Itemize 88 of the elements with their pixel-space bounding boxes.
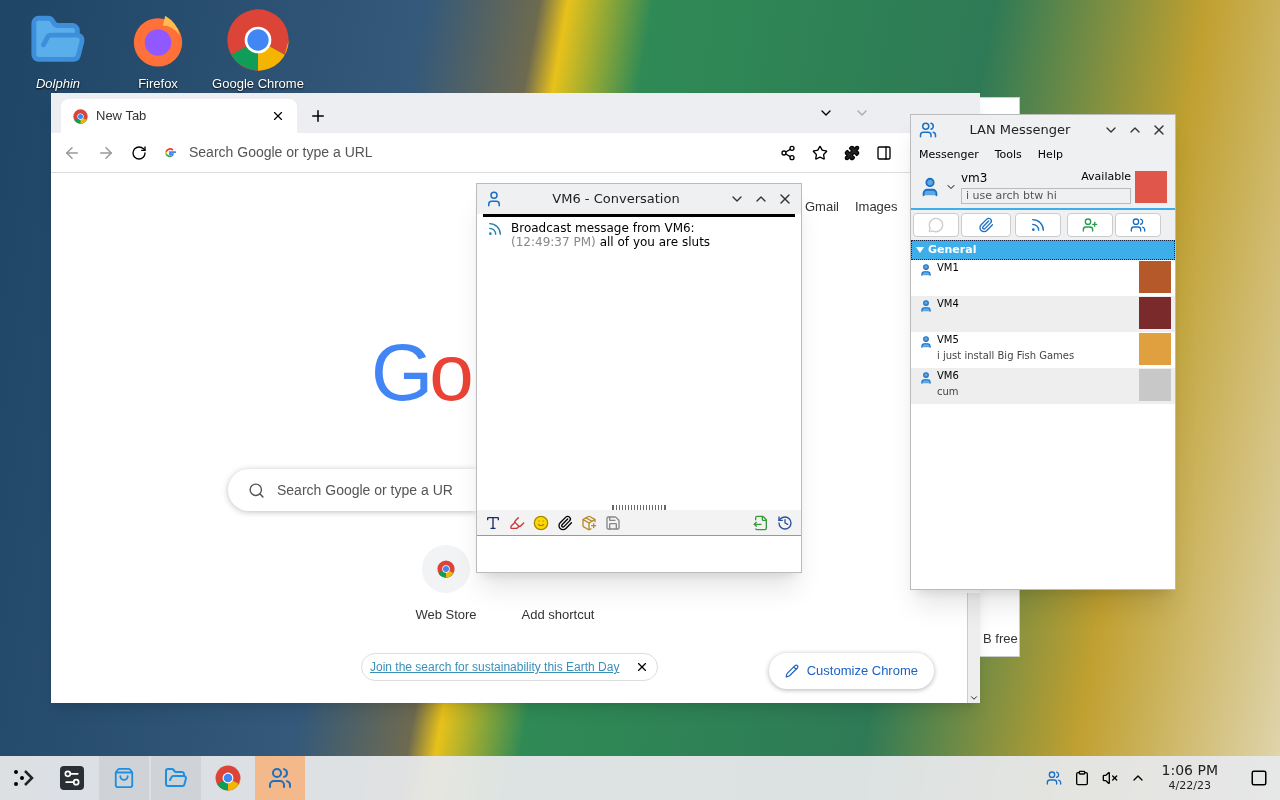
clock[interactable]: 1:06 PM 4/22/23 xyxy=(1157,763,1222,793)
toolbar-button[interactable] xyxy=(1115,213,1161,237)
settings-icon xyxy=(60,766,84,790)
chrome-icon xyxy=(226,8,290,72)
contact-row[interactable]: VM4 xyxy=(911,296,1175,332)
side-panel-icon[interactable] xyxy=(876,144,892,161)
attach-folder-icon[interactable] xyxy=(581,514,597,531)
contact-row[interactable]: VM6 cum xyxy=(911,368,1175,404)
messenger-people-icon xyxy=(268,766,292,790)
search-icon xyxy=(248,481,265,499)
contact-status-icon xyxy=(919,371,933,385)
broadcast-icon xyxy=(1030,217,1046,233)
header-link[interactable]: Gmail xyxy=(805,197,839,217)
paperclip-icon xyxy=(978,217,994,233)
contact-row[interactable]: VM5 i just install Big Fish Games xyxy=(911,332,1175,368)
contact-status-icon xyxy=(919,335,933,349)
user-name: vm3 xyxy=(961,170,988,187)
window-title: LAN Messenger xyxy=(968,121,1072,140)
menu-item[interactable]: Messenger xyxy=(919,146,979,164)
attach-file-icon[interactable] xyxy=(557,514,573,531)
pencil-icon xyxy=(784,664,799,678)
show-desktop-icon[interactable] xyxy=(1250,769,1268,787)
note-field[interactable]: i use arch btw hi xyxy=(961,188,1131,204)
folder-icon xyxy=(164,766,188,790)
desktop-icon-label[interactable]: Dolphin xyxy=(35,74,81,94)
reload-icon[interactable] xyxy=(131,144,147,161)
messenger-tray-icon[interactable] xyxy=(1045,770,1062,786)
google-icon xyxy=(163,145,177,160)
address-bar[interactable]: Search Google or type a URL xyxy=(163,137,764,168)
browser-tab[interactable]: New Tab xyxy=(61,99,297,133)
clipboard-icon[interactable] xyxy=(1073,770,1090,786)
contact-status-icon xyxy=(919,263,933,277)
messenger-people-icon xyxy=(919,121,937,139)
add-contact-icon xyxy=(1082,217,1098,233)
history-icon[interactable] xyxy=(777,514,793,531)
close-icon[interactable] xyxy=(271,109,285,123)
muted-speaker-icon[interactable] xyxy=(1101,770,1118,786)
people-icon xyxy=(1130,217,1146,233)
search-field[interactable]: Search Google or type a UR xyxy=(228,469,476,511)
desktop-icon-label[interactable]: Google Chrome xyxy=(212,74,304,94)
free-space-text: B free xyxy=(983,629,1018,648)
shortcut-label[interactable]: Add shortcut xyxy=(521,605,595,625)
scroll-down-icon[interactable] xyxy=(969,693,979,703)
chat-bubble-icon xyxy=(928,217,944,233)
extensions-icon[interactable] xyxy=(844,144,860,161)
bag-icon xyxy=(113,767,135,789)
shortcut-label[interactable]: Web Store xyxy=(415,605,477,625)
smiley-icon[interactable] xyxy=(533,514,549,531)
send-file-icon[interactable] xyxy=(753,514,769,531)
toolbar-button[interactable] xyxy=(961,213,1011,237)
message-header: Broadcast message from VM6: xyxy=(511,221,696,235)
font-icon[interactable] xyxy=(485,514,501,531)
contact-note: i just install Big Fish Games xyxy=(937,349,1076,363)
contact-status-icon xyxy=(919,299,933,313)
header-link[interactable]: Images xyxy=(854,197,898,217)
promo-link[interactable]: Join the search for sustainability this Earth Day xyxy=(370,658,620,676)
save-icon[interactable] xyxy=(605,514,621,531)
customize-chrome-button[interactable]: Customize Chrome xyxy=(768,653,934,689)
menu-item[interactable]: Tools xyxy=(994,146,1022,164)
toolbar-button[interactable] xyxy=(1067,213,1113,237)
message-time: (12:49:37 PM) xyxy=(511,235,596,249)
web-store-icon xyxy=(437,560,455,578)
contact-name: VM5 xyxy=(937,333,960,347)
splitter-handle[interactable] xyxy=(612,505,666,510)
expand-arrow-icon xyxy=(916,247,924,253)
chrome-icon xyxy=(215,765,241,791)
chrome-icon xyxy=(73,108,88,124)
new-tab-icon[interactable] xyxy=(309,107,327,125)
status-text[interactable]: Available xyxy=(1081,169,1131,187)
contact-name: VM1 xyxy=(937,261,960,275)
broadcast-icon xyxy=(487,221,503,237)
message-input[interactable] xyxy=(477,536,801,572)
message-text: all of you are sluts xyxy=(599,235,711,249)
share-icon[interactable] xyxy=(780,144,796,161)
contact-note: cum xyxy=(937,385,960,399)
contact-name: VM6 xyxy=(937,369,960,383)
toolbar-button[interactable] xyxy=(1015,213,1061,237)
bookmark-star-icon[interactable] xyxy=(812,144,828,161)
messenger-person-icon xyxy=(485,190,503,208)
scrollbar[interactable] xyxy=(967,593,980,703)
desktop-icon-label[interactable]: Firefox xyxy=(138,74,178,94)
google-logo: Go xyxy=(371,328,470,418)
contact-row[interactable]: VM1 xyxy=(911,260,1175,296)
font-color-icon[interactable] xyxy=(509,514,525,531)
contact-name: VM4 xyxy=(937,297,960,311)
photo-placeholder xyxy=(1135,170,1167,203)
menu-item[interactable]: Help xyxy=(1037,146,1063,164)
window-title: VM6 - Conversation xyxy=(551,190,681,209)
